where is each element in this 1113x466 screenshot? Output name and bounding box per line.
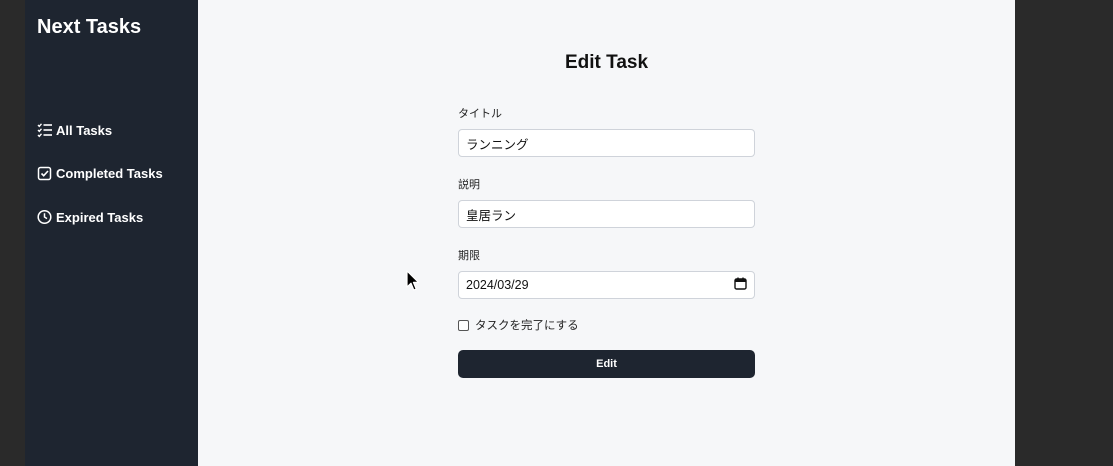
checkbox-icon: [37, 166, 53, 182]
sidebar-item-completed-tasks[interactable]: Completed Tasks: [37, 163, 186, 185]
list-check-icon: [37, 122, 53, 138]
due-date-input[interactable]: 2024/03/29: [458, 271, 755, 299]
app-brand: Next Tasks: [37, 16, 142, 38]
sidebar: Next Tasks All Tasks Completed Tasks Exp…: [25, 0, 198, 466]
page-title: Edit Task: [564, 52, 649, 73]
mouse-cursor-icon: [406, 270, 420, 291]
calendar-icon[interactable]: [734, 277, 747, 293]
sidebar-item-label: All Tasks: [56, 122, 113, 138]
sidebar-item-all-tasks[interactable]: All Tasks: [37, 119, 186, 141]
description-label: 説明: [458, 179, 480, 191]
app-window: Next Tasks All Tasks Completed Tasks Exp…: [25, 0, 1015, 466]
title-input[interactable]: ランニング: [458, 129, 755, 157]
title-input-value: ランニング: [466, 137, 529, 152]
sidebar-item-label: Completed Tasks: [56, 166, 163, 181]
due-date-label: 期限: [458, 250, 480, 262]
complete-task-label[interactable]: タスクを完了にする: [475, 317, 579, 333]
main-content: Edit Task タイトル ランニング 説明 皇居ラン 期限 2024/03/…: [198, 0, 1015, 466]
sidebar-nav: All Tasks Completed Tasks Expired Tasks: [37, 119, 186, 228]
description-input[interactable]: 皇居ラン: [458, 200, 755, 228]
due-date-value: 2024/03/29: [466, 278, 529, 292]
sidebar-item-expired-tasks[interactable]: Expired Tasks: [37, 206, 186, 228]
clock-icon: [37, 209, 53, 225]
sidebar-item-label: Expired Tasks: [56, 209, 144, 225]
complete-task-checkbox[interactable]: [458, 319, 469, 331]
title-label: タイトル: [458, 108, 502, 120]
description-input-value: 皇居ラン: [466, 208, 517, 223]
description-group: 説明 皇居ラン: [458, 177, 755, 228]
title-group: タイトル ランニング: [458, 106, 755, 157]
due-date-group: 期限 2024/03/29: [458, 248, 755, 299]
edit-task-form: タイトル ランニング 説明 皇居ラン 期限 2024/03/29 タスクを完了に…: [458, 106, 755, 378]
complete-task-row: タスクを完了にする: [458, 317, 755, 333]
edit-button[interactable]: Edit: [458, 350, 755, 378]
